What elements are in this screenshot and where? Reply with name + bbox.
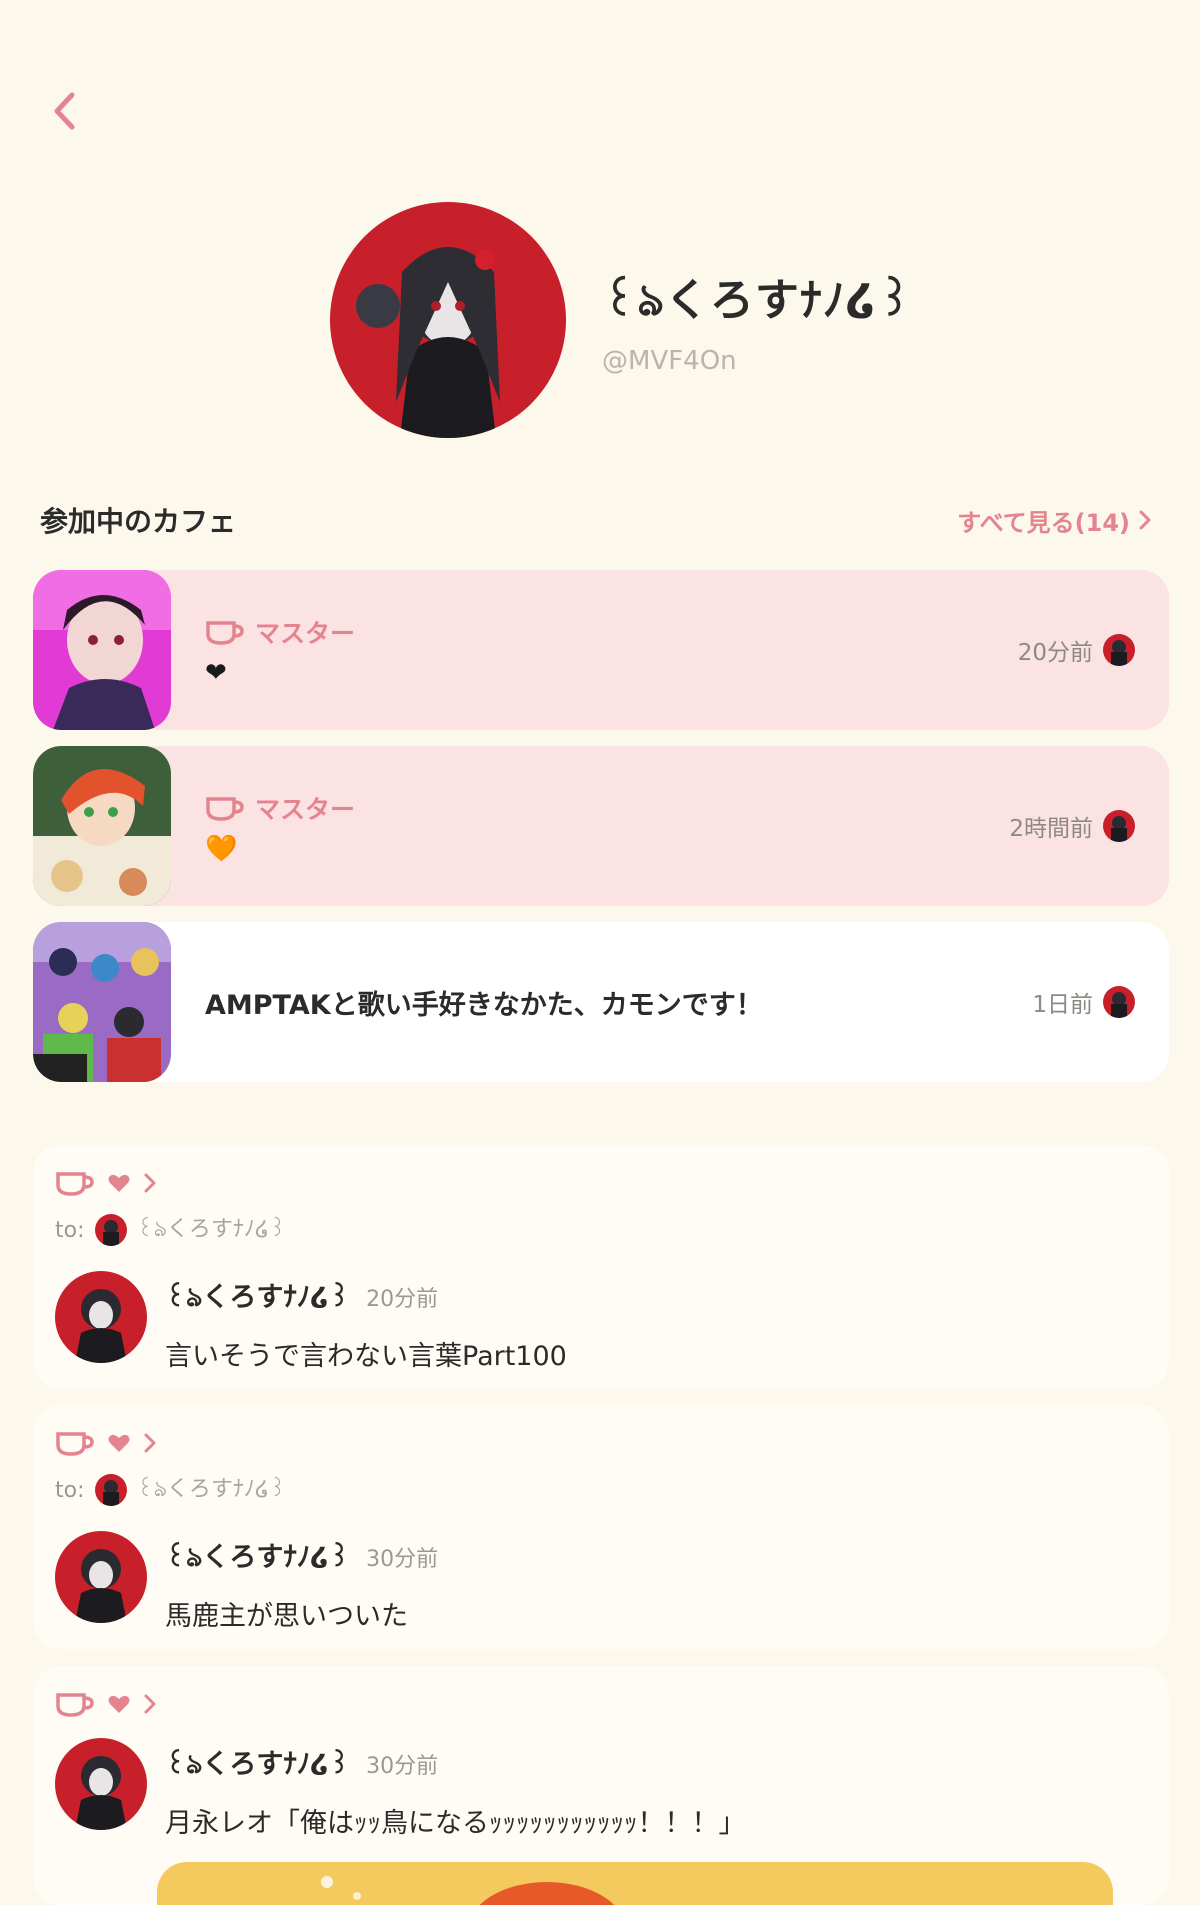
post-card[interactable]: to: ꒰ঌくろすﾅﾉ໒꒱ ꒰ঌくろすﾅﾉ໒꒱ 30分前 馬鹿主が思いついた xyxy=(33,1405,1169,1649)
profile-name: ꒰ঌくろすﾅﾉ໒꒱ xyxy=(602,275,913,326)
cafe-role: マスター xyxy=(205,614,1018,650)
mini-avatar xyxy=(1103,810,1135,842)
chevron-right-icon[interactable] xyxy=(143,1693,157,1715)
back-chevron-icon xyxy=(54,92,75,130)
section-title: 参加中のカフェ xyxy=(40,505,237,538)
to-name: ꒰ঌくろすﾅﾉ໒꒱ xyxy=(136,1477,287,1502)
heart-icon[interactable] xyxy=(107,1172,131,1194)
post-recipient: to: ꒰ঌくろすﾅﾉ໒꒱ xyxy=(55,1211,1149,1249)
profile-handle: @MVF4On xyxy=(602,346,737,376)
post-time: 30分前 xyxy=(366,1754,439,1779)
cafe-name: AMPTAKと歌い手好きなかた、カモンです！ xyxy=(205,989,763,1021)
cafe-emoji: 🧡 xyxy=(205,834,238,864)
heart-icon[interactable] xyxy=(107,1432,131,1454)
chevron-right-icon[interactable] xyxy=(143,1432,157,1454)
post-author[interactable]: ꒰ঌくろすﾅﾉ໒꒱ xyxy=(165,1275,350,1322)
post-avatar[interactable] xyxy=(55,1738,147,1830)
post-body: 馬鹿主が思いついた xyxy=(165,1601,408,1632)
profile-avatar[interactable] xyxy=(330,202,566,438)
profile-header: ꒰ঌくろすﾅﾉ໒꒱ @MVF4On xyxy=(330,202,913,438)
cafe-role-label: マスター xyxy=(255,795,356,824)
post-author[interactable]: ꒰ঌくろすﾅﾉ໒꒱ xyxy=(165,1742,350,1789)
mini-avatar xyxy=(94,1214,127,1246)
mini-avatar xyxy=(1103,634,1135,666)
post-avatar[interactable] xyxy=(55,1531,147,1623)
back-button[interactable] xyxy=(44,88,84,134)
cafe-thumbnail xyxy=(33,922,171,1082)
post-image[interactable] xyxy=(157,1862,1113,1905)
cafe-emoji: ❤ xyxy=(205,658,227,688)
post-time: 30分前 xyxy=(366,1547,439,1572)
see-all-label: すべて見る(14) xyxy=(957,508,1130,537)
cafe-card[interactable]: マスター 🧡 2時間前 xyxy=(33,746,1169,906)
post-actions xyxy=(55,1429,1149,1457)
post-recipient: to: ꒰ঌくろすﾅﾉ໒꒱ xyxy=(55,1471,1149,1509)
post-actions xyxy=(55,1690,1149,1718)
cafe-thumbnail xyxy=(33,570,171,730)
cafe-time: 20分前 xyxy=(1017,640,1093,666)
heart-icon[interactable] xyxy=(107,1693,131,1715)
cafes-section-header: 参加中のカフェ すべて見る(14) xyxy=(40,500,1152,540)
cup-icon[interactable] xyxy=(55,1429,95,1457)
post-card[interactable]: ꒰ঌくろすﾅﾉ໒꒱ 30分前 月永レオ「俺はｯｯ鳥になるｯｯｯｯｯｯｯｯｯｯｯ！… xyxy=(33,1666,1169,1905)
cup-icon[interactable] xyxy=(55,1169,95,1197)
cafe-time: 1日前 xyxy=(1032,992,1093,1018)
post-time: 20分前 xyxy=(366,1287,439,1312)
cup-icon[interactable] xyxy=(55,1690,95,1718)
cafe-role: マスター xyxy=(205,790,1009,826)
see-all-link[interactable]: すべて見る(14) xyxy=(957,503,1152,538)
cafe-role-label: マスター xyxy=(255,619,356,648)
post-card[interactable]: to: ꒰ঌくろすﾅﾉ໒꒱ ꒰ঌくろすﾅﾉ໒꒱ 20分前 言いそうで言わない言葉… xyxy=(33,1145,1169,1389)
cup-icon xyxy=(206,797,244,821)
cafe-time: 2時間前 xyxy=(1009,816,1093,842)
cafe-card[interactable]: マスター ❤ 20分前 xyxy=(33,570,1169,730)
cup-icon xyxy=(206,621,244,645)
post-avatar[interactable] xyxy=(55,1271,147,1363)
post-body: 言いそうで言わない言葉Part100 xyxy=(165,1341,567,1372)
to-label: to: xyxy=(55,1477,85,1503)
cafe-card[interactable]: AMPTAKと歌い手好きなかた、カモンです！ 1日前 xyxy=(33,922,1169,1082)
cafe-thumbnail xyxy=(33,746,171,906)
chevron-right-icon xyxy=(1139,510,1151,530)
mini-avatar xyxy=(1103,986,1135,1018)
chevron-right-icon[interactable] xyxy=(143,1172,157,1194)
post-actions xyxy=(55,1169,1149,1197)
to-name: ꒰ঌくろすﾅﾉ໒꒱ xyxy=(136,1217,287,1242)
mini-avatar xyxy=(94,1474,127,1506)
post-author[interactable]: ꒰ঌくろすﾅﾉ໒꒱ xyxy=(165,1535,350,1582)
to-label: to: xyxy=(55,1217,85,1243)
post-body: 月永レオ「俺はｯｯ鳥になるｯｯｯｯｯｯｯｯｯｯｯ！！！」 xyxy=(165,1808,746,1839)
